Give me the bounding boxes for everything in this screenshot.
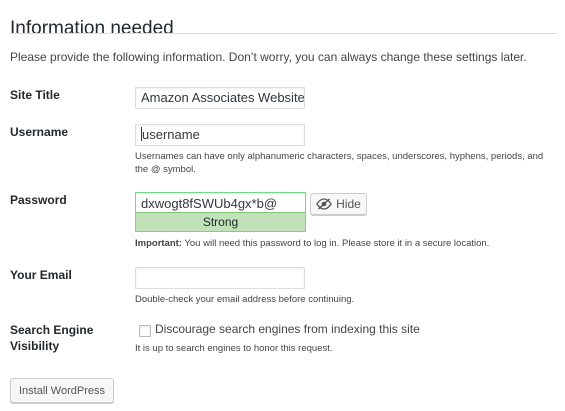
search-visibility-label: Search Engine Visibility [10, 322, 93, 354]
search-visibility-help-text: It is up to search engines to honor this… [135, 343, 333, 354]
email-label: Your Email [10, 268, 72, 282]
discourage-search-checkbox[interactable] [139, 325, 151, 337]
site-title-input[interactable]: Amazon Associates Website [135, 87, 305, 109]
password-label: Password [10, 193, 67, 207]
password-input[interactable]: dxwogt8fSWUb4gx*b@ Strong [135, 192, 306, 232]
site-title-label: Site Title [10, 88, 60, 102]
username-input[interactable]: username [135, 124, 305, 146]
install-wordpress-button[interactable]: Install WordPress [10, 378, 114, 403]
password-strength-meter: Strong [136, 212, 305, 231]
password-important-note: Important: You will need this password t… [135, 237, 489, 250]
email-input[interactable] [135, 267, 305, 289]
intro-text: Please provide the following information… [10, 50, 527, 64]
email-help-text: Double-check your email address before c… [135, 294, 355, 305]
username-help-text: Usernames can have only alphanumeric cha… [135, 151, 544, 175]
username-value: username [142, 127, 200, 142]
important-label: Important: [135, 238, 182, 249]
site-title-value: Amazon Associates Website [141, 90, 305, 105]
search-visibility-label-line1: Search Engine [10, 323, 94, 337]
important-text: You will need this password to log in. P… [181, 238, 490, 249]
title-divider [10, 33, 557, 34]
discourage-search-label[interactable]: Discourage search engines from indexing … [155, 322, 420, 336]
eye-slash-icon [316, 198, 332, 210]
hide-password-button[interactable]: Hide [310, 193, 367, 215]
username-label: Username [10, 125, 69, 139]
search-visibility-label-line2: Visibility [10, 339, 60, 353]
page-title: Information needed [10, 17, 174, 39]
password-value: dxwogt8fSWUb4gx*b@ [141, 196, 278, 211]
hide-button-label: Hide [336, 197, 361, 211]
